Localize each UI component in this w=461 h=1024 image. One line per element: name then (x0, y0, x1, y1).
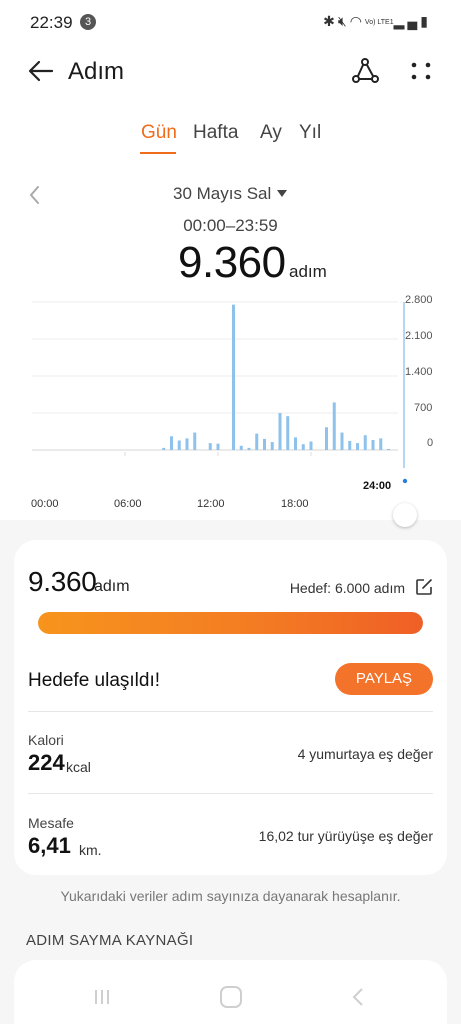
section-title: ADIM SAYMA KAYNAĞI (26, 932, 194, 949)
goal-text[interactable]: Hedef: 6.000 adım (290, 580, 405, 596)
distance-label: Mesafe (28, 815, 74, 831)
chart-bar (286, 416, 290, 450)
chart-bar (371, 439, 375, 450)
app-bar: Adım (0, 44, 461, 100)
time-range: 00:00–23:59 (183, 216, 278, 235)
data-source-note: Yukarıdaki veriler adım sayınıza dayanar… (60, 888, 401, 904)
calories-equivalent: 4 yumurtaya eş değer (297, 746, 433, 762)
y-tick-label: 0 (427, 437, 434, 449)
chart-bar (170, 436, 173, 450)
chart-bar (294, 437, 297, 450)
total-steps: 9.360 (178, 238, 286, 287)
chart-bar (162, 447, 166, 450)
bluetooth-icon: ✱ (323, 13, 338, 29)
chart-bar (232, 304, 235, 450)
chart-end-time-label: 24:00 (363, 480, 392, 492)
mute-icon: 🔇︎ (337, 13, 350, 29)
chart-bar (278, 413, 282, 450)
distance-equivalent: 16,02 tur yürüyüşe eş değer (258, 828, 433, 844)
x-tick-label: 18:00 (281, 498, 309, 510)
tab-month[interactable]: Ay (260, 122, 282, 144)
chart-bar (255, 433, 259, 450)
chart-bar (177, 440, 181, 450)
chart-bar (325, 427, 328, 450)
system-nav-bar (0, 970, 461, 1024)
chart-plot (32, 301, 408, 484)
active-tab-indicator (140, 152, 176, 154)
divider (28, 793, 433, 794)
chart-bar (379, 438, 383, 450)
summary-steps-unit: adım (94, 578, 130, 595)
chart-bar (247, 447, 251, 450)
chart-bar (301, 444, 305, 450)
notification-count-badge: 3 (80, 14, 96, 30)
dropdown-caret-icon[interactable] (277, 190, 287, 197)
distance-unit: km. (79, 842, 102, 858)
back-arrow-icon[interactable] (26, 56, 56, 86)
more-options-icon[interactable] (408, 56, 434, 86)
current-time-dot (402, 478, 408, 484)
chart-bar (363, 435, 367, 450)
nav-back-icon[interactable] (350, 986, 366, 1008)
edit-goal-icon[interactable] (415, 578, 433, 596)
recent-apps-icon[interactable] (92, 987, 112, 1007)
x-tick-label: 06:00 (114, 498, 142, 510)
page-title: Adım (68, 58, 125, 85)
tab-week[interactable]: Hafta (193, 122, 238, 144)
chart-bar (263, 438, 266, 450)
chart-bar (340, 432, 344, 450)
chart-drag-handle[interactable] (393, 503, 417, 527)
calories-value: 224 (28, 750, 65, 775)
wifi-icon: ◠ (349, 13, 365, 29)
y-tick-label: 1.400 (405, 366, 433, 378)
chart-bar (185, 438, 189, 450)
hourly-steps-chart[interactable]: 2.800 2.100 1.400 700 0 00:00 06:00 12:0… (0, 290, 461, 515)
summary-card: 9.360 adım Hedef: 6.000 adım Hedefe ulaş… (14, 540, 447, 875)
status-bar: 22:39 3 ✱🔇︎◠Vo) LTE1▂▄▮ (0, 0, 461, 44)
summary-steps: 9.360 (28, 566, 97, 597)
goal-progress-bar (38, 612, 423, 634)
share-button[interactable]: PAYLAŞ (335, 663, 433, 695)
status-time: 22:39 (30, 13, 73, 32)
chart-bar (332, 402, 336, 450)
y-tick-label: 2.100 (405, 330, 433, 342)
route-icon[interactable] (350, 56, 380, 86)
calories-label: Kalori (28, 732, 64, 748)
y-tick-label: 700 (414, 402, 433, 414)
x-tick-label: 00:00 (31, 498, 59, 510)
battery-icon: ▮ (420, 13, 431, 29)
previous-day-chevron-icon[interactable] (26, 184, 44, 206)
steps-unit: adım (289, 262, 327, 281)
divider (28, 711, 433, 712)
chart-bar (356, 443, 359, 450)
chart-bar (193, 432, 197, 450)
signal-icon: ▂▄ (393, 13, 421, 29)
chart-bar (216, 443, 220, 450)
chart-bar (239, 445, 243, 450)
chart-bar (348, 441, 352, 450)
date-selector[interactable]: 30 Mayıs Sal (173, 184, 271, 204)
calories-unit: kcal (66, 759, 91, 775)
chart-bar (208, 443, 212, 450)
chart-bar (270, 442, 274, 450)
tab-day[interactable]: Gün (141, 122, 177, 144)
tab-year[interactable]: Yıl (299, 122, 321, 144)
y-tick-label: 2.800 (405, 294, 433, 306)
progress-fill (38, 612, 423, 634)
status-icons: ✱🔇︎◠Vo) LTE1▂▄▮ (323, 13, 431, 30)
goal-reached-text: Hedefe ulaşıldı! (28, 670, 161, 691)
x-tick-label: 12:00 (197, 498, 225, 510)
chart-bar (309, 441, 313, 450)
period-tabs: Gün Hafta Ay Yıl (0, 120, 461, 160)
chart-bar (387, 448, 390, 450)
distance-value: 6,41 (28, 833, 71, 858)
volte-label: Vo) LTE1 (364, 18, 394, 26)
home-icon[interactable] (220, 986, 242, 1008)
